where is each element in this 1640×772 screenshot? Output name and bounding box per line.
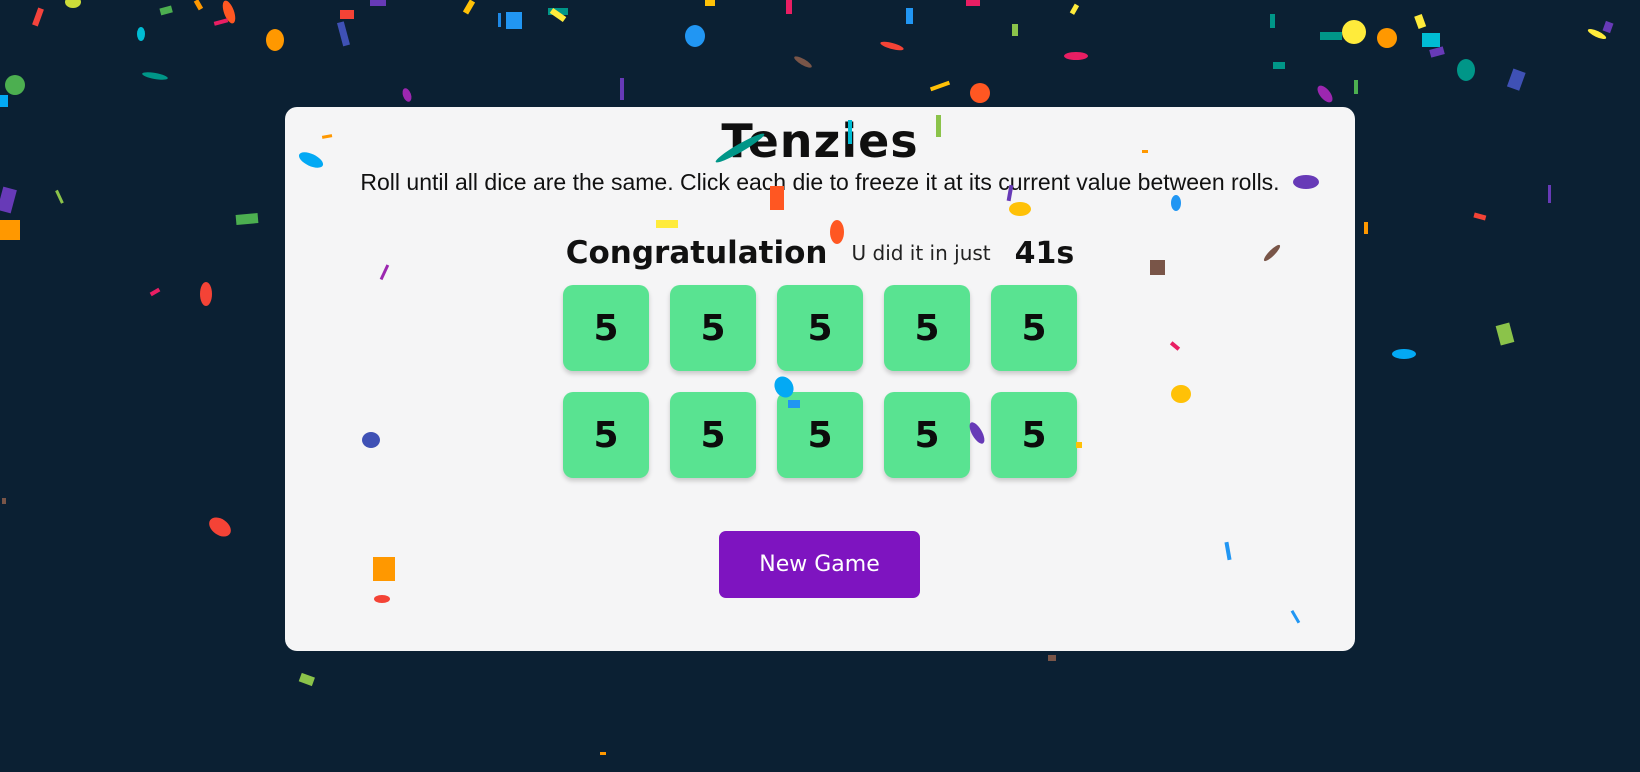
- confetti-piece: [685, 25, 705, 47]
- confetti-piece: [786, 0, 792, 14]
- confetti-piece: [462, 0, 476, 15]
- dice-grid: 5 5 5 5 5 5 5 5 5 5: [563, 285, 1077, 478]
- confetti-piece: [1602, 20, 1614, 34]
- die[interactable]: 5: [670, 392, 756, 478]
- confetti-piece: [1012, 24, 1018, 36]
- confetti-piece: [600, 752, 606, 755]
- confetti-piece: [929, 80, 951, 92]
- confetti-piece: [193, 0, 204, 11]
- die-value: 5: [807, 307, 833, 349]
- confetti-piece: [1048, 655, 1056, 661]
- confetti-piece: [906, 8, 913, 24]
- confetti-piece: [548, 8, 568, 15]
- confetti-piece: [506, 12, 522, 29]
- confetti-piece: [235, 213, 259, 225]
- confetti-piece: [1414, 13, 1427, 29]
- confetti-piece: [1069, 3, 1080, 15]
- confetti-piece: [1392, 349, 1416, 359]
- die-value: 5: [1021, 307, 1047, 349]
- time-value: 41s: [1014, 235, 1075, 271]
- confetti-piece: [298, 672, 315, 687]
- die[interactable]: 5: [884, 285, 970, 371]
- confetti-piece: [1495, 322, 1515, 346]
- die[interactable]: 5: [563, 285, 649, 371]
- confetti-piece: [620, 78, 624, 100]
- congrats-heading: Congratulation: [565, 235, 828, 271]
- confetti-piece: [0, 95, 8, 107]
- die-value: 5: [700, 414, 726, 456]
- die[interactable]: 5: [991, 392, 1077, 478]
- confetti-piece: [370, 0, 386, 6]
- confetti-piece: [336, 21, 350, 47]
- confetti-piece: [213, 18, 229, 26]
- confetti-piece: [137, 27, 145, 41]
- confetti-piece: [970, 83, 990, 103]
- die-value: 5: [1021, 414, 1047, 456]
- die-value: 5: [807, 414, 833, 456]
- confetti-piece: [1364, 222, 1368, 234]
- confetti-piece: [880, 41, 904, 51]
- die[interactable]: 5: [991, 285, 1077, 371]
- confetti-piece: [222, 0, 236, 24]
- confetti-piece: [1457, 59, 1475, 81]
- confetti-piece: [65, 0, 81, 8]
- confetti-piece: [1342, 20, 1366, 44]
- confetti-piece: [149, 287, 161, 297]
- die[interactable]: 5: [884, 392, 970, 478]
- win-status: Congratulation U did it in just 41s: [285, 231, 1355, 275]
- confetti-piece: [32, 7, 44, 27]
- confetti-piece: [2, 498, 6, 504]
- die-value: 5: [914, 307, 940, 349]
- page-title: Tenzies: [721, 114, 919, 168]
- confetti-piece: [498, 13, 501, 27]
- die-value: 5: [700, 307, 726, 349]
- confetti-piece: [159, 5, 173, 16]
- die-value: 5: [593, 414, 619, 456]
- confetti-piece: [200, 282, 212, 306]
- confetti-piece: [1354, 80, 1358, 94]
- die[interactable]: 5: [777, 392, 863, 478]
- confetti-piece: [549, 7, 567, 23]
- die[interactable]: 5: [670, 285, 756, 371]
- confetti-piece: [0, 186, 17, 214]
- die[interactable]: 5: [777, 285, 863, 371]
- confetti-piece: [1064, 52, 1088, 60]
- die[interactable]: 5: [563, 392, 649, 478]
- confetti-piece: [1422, 33, 1440, 47]
- instructions-text: Roll until all dice are the same. Click …: [360, 169, 1280, 195]
- confetti-piece: [705, 0, 715, 6]
- confetti-piece: [55, 189, 64, 204]
- app-viewport: Tenzies Roll until all dice are the same…: [0, 0, 1640, 772]
- confetti-piece: [1506, 68, 1526, 91]
- confetti-piece: [0, 220, 20, 240]
- confetti-piece: [1377, 28, 1397, 48]
- confetti-piece: [1273, 62, 1285, 69]
- confetti-piece: [340, 10, 354, 19]
- confetti-piece: [794, 56, 812, 68]
- confetti-piece: [1473, 212, 1487, 221]
- confetti-piece: [402, 88, 412, 102]
- confetti-piece: [1548, 185, 1551, 203]
- confetti-piece: [1317, 85, 1333, 103]
- game-card: Tenzies Roll until all dice are the same…: [285, 107, 1355, 651]
- confetti-piece: [1429, 46, 1445, 58]
- die-value: 5: [914, 414, 940, 456]
- confetti-piece: [1320, 32, 1342, 40]
- time-label: U did it in just: [851, 241, 991, 265]
- die-value: 5: [593, 307, 619, 349]
- confetti-piece: [1587, 28, 1607, 40]
- confetti-piece: [1270, 14, 1275, 28]
- confetti-piece: [966, 0, 980, 6]
- confetti-piece: [5, 75, 25, 95]
- confetti-piece: [209, 517, 231, 537]
- confetti-piece: [266, 29, 284, 51]
- new-game-button[interactable]: New Game: [719, 531, 920, 598]
- confetti-piece: [142, 72, 168, 80]
